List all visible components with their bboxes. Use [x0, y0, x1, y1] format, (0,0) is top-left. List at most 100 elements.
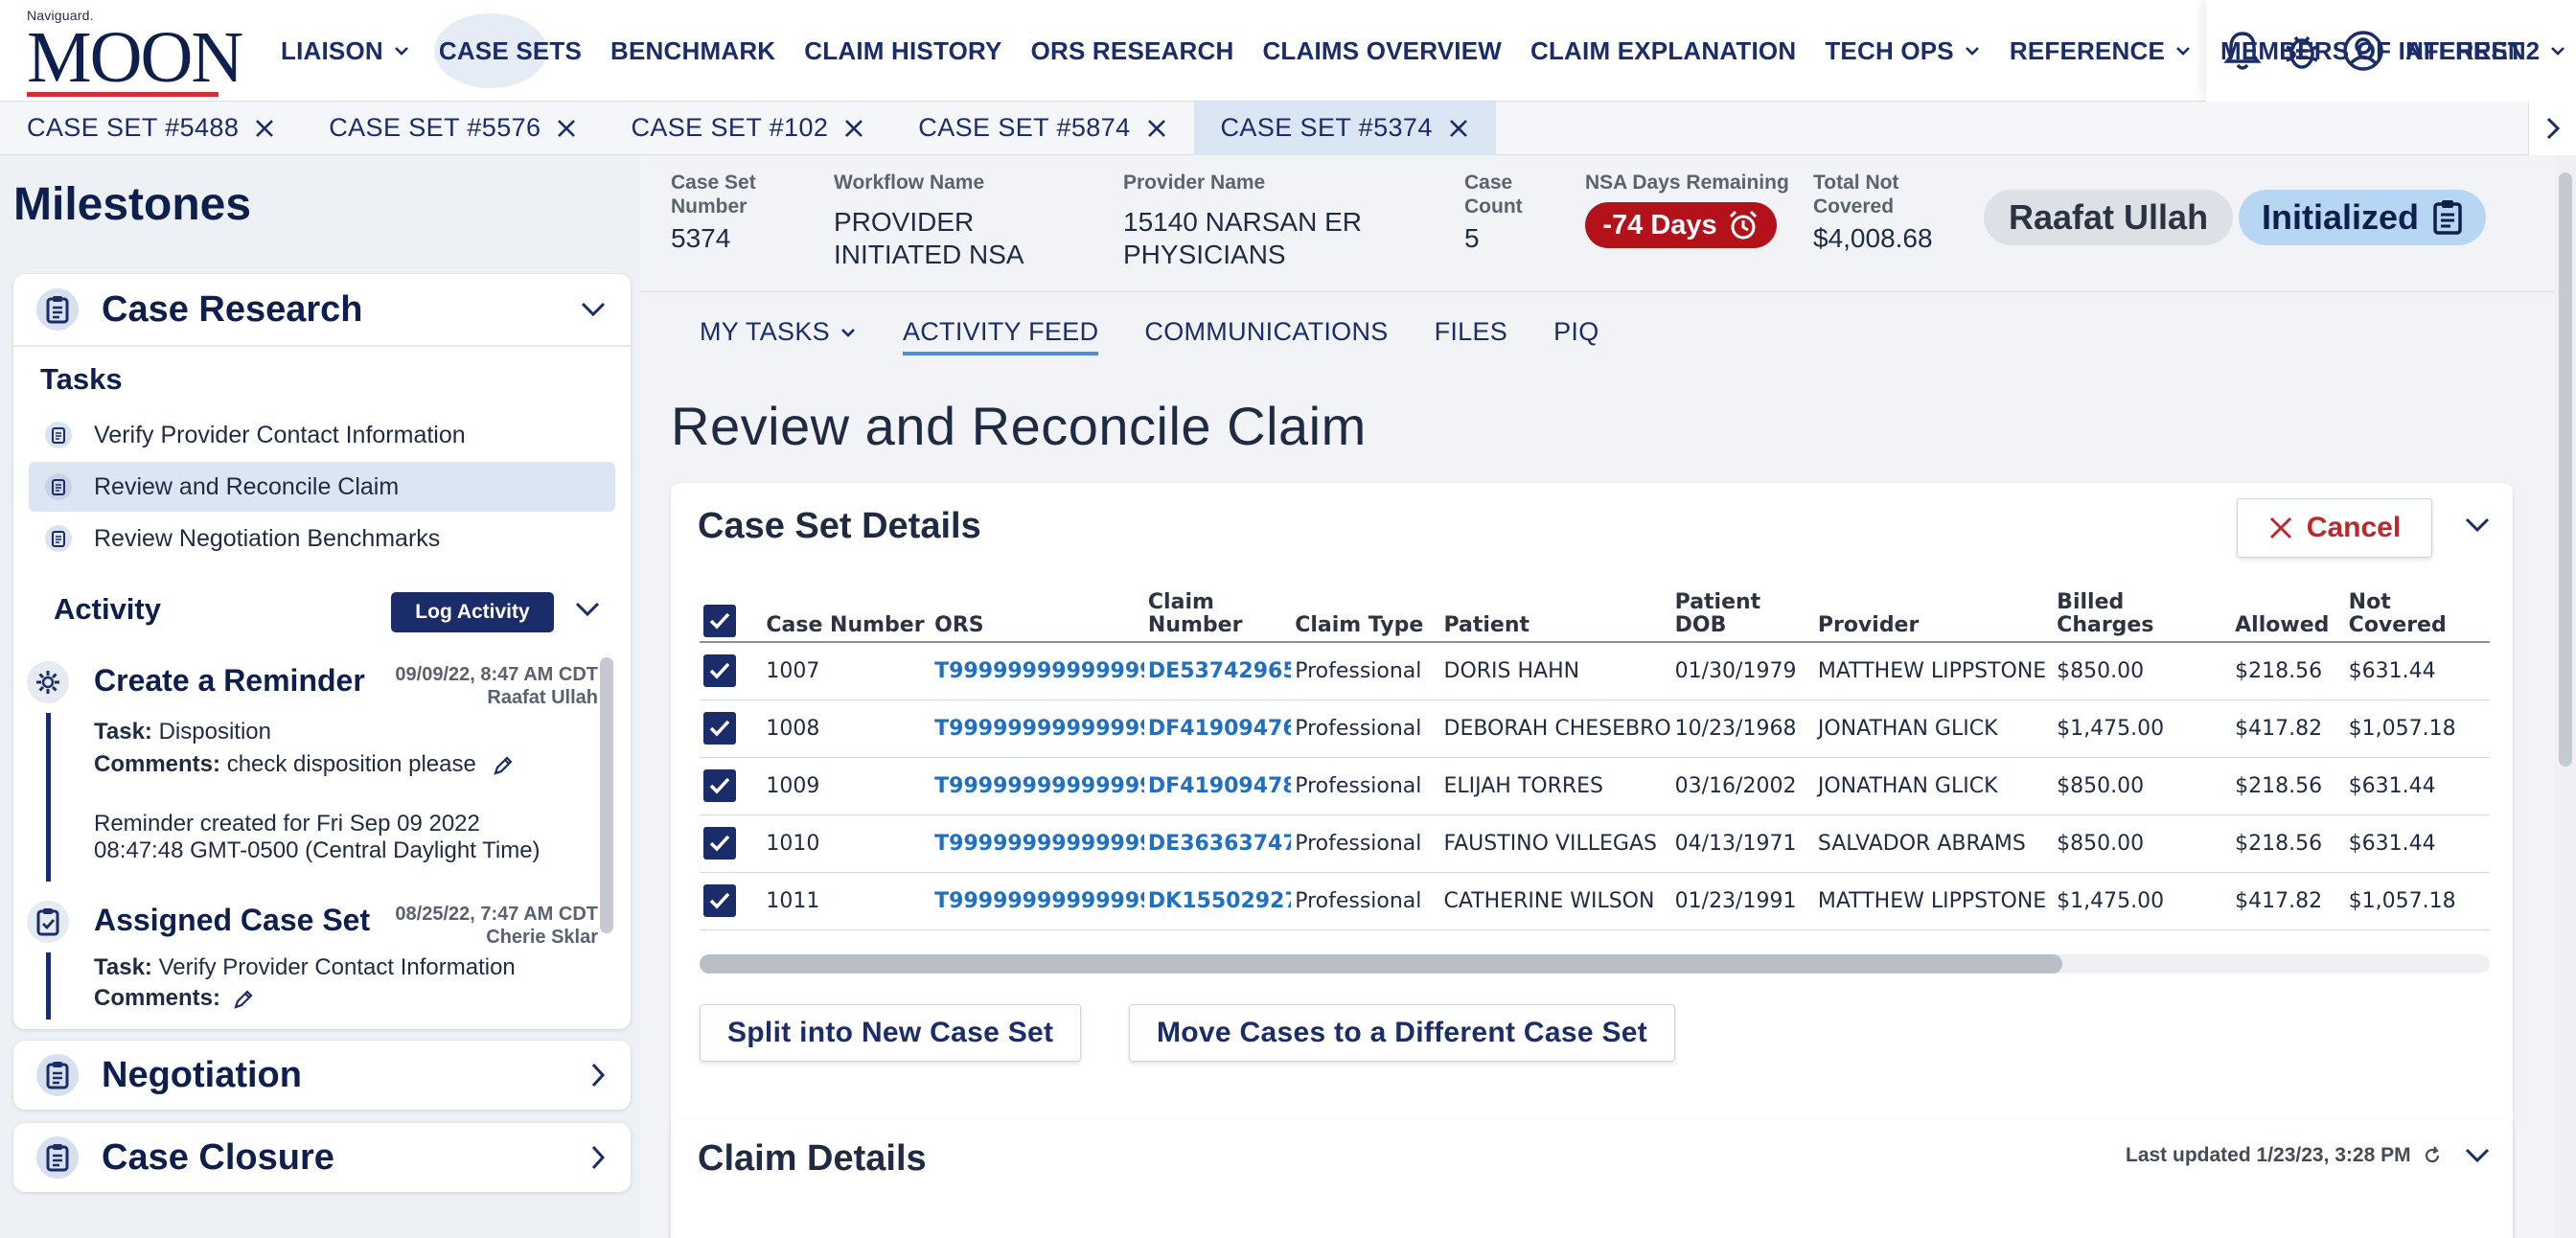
- scrollbar-thumb[interactable]: [2559, 172, 2572, 767]
- case-set-tabs: CASE SET #5488 CASE SET #5576 CASE SET #…: [0, 101, 2576, 155]
- tab-activity-feed[interactable]: ACTIVITY FEED: [880, 292, 1121, 373]
- tab-case-set-5374[interactable]: CASE SET #5374: [1193, 101, 1496, 155]
- table-row[interactable]: 1007 T99999999999999 DE53742965 Professi…: [700, 642, 2490, 700]
- tab-communications[interactable]: COMMUNICATIONS: [1121, 292, 1411, 373]
- summary-case-count: Case Count 5: [1464, 171, 1531, 255]
- column-header[interactable]: Allowed: [2231, 577, 2345, 643]
- cell-ors-link[interactable]: T99999999999999: [931, 757, 1144, 815]
- table-row[interactable]: 1011 T99999999999999 DK15502927 Professi…: [700, 872, 2490, 930]
- summary-case-set-number: Case Set Number 5374: [671, 171, 776, 255]
- row-checkbox[interactable]: [703, 827, 736, 860]
- column-header[interactable]: ORS: [931, 577, 1144, 643]
- table-row[interactable]: 1009 T99999999999999 DF41909478 Professi…: [700, 757, 2490, 815]
- status-badge[interactable]: Initialized: [2239, 190, 2487, 245]
- cell-claim-number-link[interactable]: DF41909478: [1143, 757, 1292, 815]
- table-row[interactable]: 1008 T99999999999999 DF41909476 Professi…: [700, 699, 2490, 758]
- case-research-card: Case Research Tasks Verify Provider Cont…: [13, 274, 631, 1029]
- feed-scrollbar[interactable]: [600, 657, 613, 933]
- summary-label: Case Count: [1464, 172, 1523, 218]
- scrollbar-thumb[interactable]: [700, 954, 2062, 974]
- tab-case-set-5488[interactable]: CASE SET #5488: [0, 102, 302, 155]
- close-icon[interactable]: [556, 118, 577, 139]
- row-checkbox[interactable]: [703, 654, 736, 688]
- timeline-line: [46, 952, 51, 1020]
- cell-provider: JONATHAN GLICK: [1813, 757, 2054, 815]
- column-header[interactable]: Patient: [1439, 577, 1671, 643]
- column-header[interactable]: Billed Charges: [2053, 577, 2232, 643]
- cell-provider: SALVADOR ABRAMS: [1813, 814, 2054, 873]
- chevron-down-icon[interactable]: [2463, 516, 2492, 535]
- cell-ors-link[interactable]: T99999999999999: [931, 814, 1144, 873]
- nav-item-claim-history[interactable]: CLAIM HISTORY: [790, 0, 1016, 102]
- task-verify-provider-contact[interactable]: Verify Provider Contact Information: [29, 410, 615, 460]
- cell-claim-number-link[interactable]: DE36363747: [1143, 814, 1292, 873]
- nav-item-ors-research[interactable]: ORS RESEARCH: [1017, 0, 1249, 102]
- tab-case-set-5874[interactable]: CASE SET #5874: [891, 102, 1193, 155]
- log-activity-button[interactable]: Log Activity: [391, 592, 554, 632]
- column-header[interactable]: Claim Number: [1143, 577, 1292, 643]
- pencil-icon[interactable]: [233, 989, 254, 1010]
- clipboard-icon: [36, 288, 79, 331]
- move-cases-button[interactable]: Move Cases to a Different Case Set: [1129, 1004, 1676, 1062]
- nav-item-liaison[interactable]: LIAISON: [266, 0, 425, 102]
- column-header[interactable]: Provider: [1813, 577, 2054, 643]
- cell-ors-link[interactable]: T99999999999999: [931, 699, 1144, 758]
- split-case-set-button[interactable]: Split into New Case Set: [700, 1004, 1082, 1062]
- column-header[interactable]: Patient DOB: [1670, 577, 1814, 643]
- table-horizontal-scrollbar[interactable]: [700, 954, 2490, 974]
- row-checkbox[interactable]: [703, 769, 736, 802]
- tab-my-tasks[interactable]: MY TASKS: [677, 292, 880, 373]
- tab-files[interactable]: FILES: [1412, 292, 1531, 373]
- negotiation-card[interactable]: Negotiation: [13, 1041, 631, 1110]
- chevron-down-icon[interactable]: [573, 600, 602, 619]
- refresh-icon[interactable]: [2423, 1146, 2442, 1165]
- moon-logo[interactable]: Naviguard. MOON: [27, 8, 243, 97]
- chevron-down-icon[interactable]: [579, 300, 608, 319]
- cell-ors-link[interactable]: T99999999999999: [931, 872, 1144, 930]
- assignee-badge[interactable]: Raafat Ullah: [1984, 190, 2234, 245]
- close-icon[interactable]: [1448, 118, 1469, 139]
- nav-item-claim-explanation[interactable]: CLAIM EXPLANATION: [1516, 0, 1810, 102]
- nav-item-reference[interactable]: REFERENCE: [1995, 0, 2206, 102]
- case-closure-card[interactable]: Case Closure: [13, 1123, 631, 1192]
- main-vertical-scrollbar[interactable]: [2555, 155, 2576, 1238]
- case-set-summary: Case Set Number 5374 Workflow Name PROVI…: [640, 155, 2576, 291]
- case-research-title: Case Research: [102, 288, 363, 330]
- tab-piq[interactable]: PIQ: [1530, 292, 1622, 373]
- cell-claim-number-link[interactable]: DE53742965: [1143, 642, 1292, 700]
- tab-case-set-102[interactable]: CASE SET #102: [604, 102, 891, 155]
- pencil-icon[interactable]: [493, 755, 514, 776]
- task-review-reconcile-claim[interactable]: Review and Reconcile Claim: [29, 462, 615, 512]
- row-checkbox[interactable]: [703, 884, 736, 917]
- negotiation-header[interactable]: Negotiation: [13, 1041, 631, 1110]
- close-icon[interactable]: [254, 118, 275, 139]
- case-closure-header[interactable]: Case Closure: [13, 1123, 631, 1192]
- nav-label: CASE SETS: [438, 35, 583, 65]
- tab-case-set-5576[interactable]: CASE SET #5576: [302, 102, 604, 155]
- case-research-header[interactable]: Case Research: [13, 274, 631, 345]
- close-icon[interactable]: [1146, 118, 1167, 139]
- column-header[interactable]: Claim Type: [1291, 577, 1440, 643]
- cell-claim-number-link[interactable]: DK15502927: [1143, 872, 1292, 930]
- task-review-negotiation-benchmarks[interactable]: Review Negotiation Benchmarks: [29, 514, 615, 563]
- tab-label: CASE SET #5488: [27, 113, 240, 142]
- table-row[interactable]: 1010 T99999999999999 DE36363747 Professi…: [700, 814, 2490, 873]
- feed-item: Assigned Case Set 08/25/22, 7:47 AM CDT …: [13, 889, 598, 1020]
- cancel-button[interactable]: Cancel: [2237, 498, 2432, 558]
- chevron-down-icon[interactable]: [2463, 1146, 2492, 1165]
- clipboard-icon: [45, 422, 72, 448]
- select-all-checkbox[interactable]: [703, 605, 736, 637]
- cell-claim-number-link[interactable]: DF41909476: [1143, 699, 1292, 758]
- column-header[interactable]: Case Number: [762, 577, 932, 643]
- cell-ors-link[interactable]: T99999999999999: [931, 642, 1144, 700]
- nav-item-tech-ops[interactable]: TECH OPS: [1810, 0, 1995, 102]
- tabs-scroll-right-button[interactable]: [2528, 102, 2576, 155]
- close-icon[interactable]: [843, 118, 864, 139]
- row-checkbox[interactable]: [703, 712, 736, 745]
- column-header[interactable]: Not Covered: [2344, 577, 2490, 643]
- nav-item-benchmark[interactable]: BENCHMARK: [596, 0, 790, 102]
- nav-item-case-sets[interactable]: CASE SETS: [425, 0, 596, 102]
- nav-item-claims-overview[interactable]: CLAIMS OVERVIEW: [1248, 0, 1516, 102]
- clipboard-icon: [36, 1136, 79, 1179]
- task-value: Verify Provider Contact Information: [158, 954, 516, 980]
